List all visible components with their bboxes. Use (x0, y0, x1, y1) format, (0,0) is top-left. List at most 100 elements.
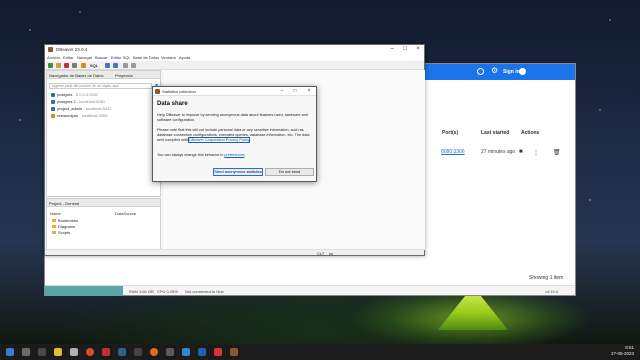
connection-project-admin[interactable]: project_admin - localhost:5432 (51, 106, 112, 111)
file-explorer-icon[interactable] (54, 348, 62, 356)
connection-postgres-2[interactable]: postgres 2 - localhost:5081 (51, 99, 105, 104)
database-navigator-panel: Navegador de Bases de Datos Proyectos In… (46, 70, 161, 197)
port-link[interactable]: 8080:3306 (441, 149, 465, 155)
database-icon (51, 92, 55, 97)
connection-postgres[interactable]: postgres - 0.0.0.0:5432 (51, 92, 98, 97)
dialog-close-button[interactable]: × (304, 87, 314, 96)
window-title: DBeaver 23.0.4 (56, 47, 88, 52)
project-item-bookmarks[interactable]: Bookmarks (52, 218, 78, 223)
last-started-value: 27 minutes ago (481, 149, 516, 155)
menu-navegar[interactable]: Navegar (77, 55, 92, 60)
navigator-tabs: Navegador de Bases de Datos Proyectos (47, 71, 160, 79)
app-icon[interactable] (166, 348, 174, 356)
project-tabs: Project - General (47, 199, 160, 207)
chrome-icon[interactable] (86, 348, 94, 356)
showing-count: Showing 1 item (529, 275, 564, 281)
search-icon[interactable] (22, 348, 30, 356)
search-icon[interactable] (123, 63, 128, 68)
folder-icon (52, 231, 56, 234)
sign-in-button[interactable]: Sign in (503, 69, 520, 75)
settings-icon[interactable] (70, 348, 78, 356)
delete-icon[interactable]: 🗑 (553, 149, 561, 156)
menu-buscar[interactable]: Buscar (95, 55, 107, 60)
privacy-policy-link[interactable]: DBeaver Corporation Privacy Policy (188, 137, 251, 143)
database-icon (51, 106, 55, 111)
new-connection-icon[interactable] (48, 63, 53, 68)
project-panel: Project - General Name DataSource Bookma… (46, 198, 161, 250)
menu-archivo[interactable]: Archivo (47, 55, 60, 60)
sql-editor-icon[interactable] (81, 63, 86, 68)
dbeaver-taskbar-icon[interactable] (230, 348, 238, 356)
stop-icon[interactable]: ■ (519, 149, 523, 155)
commit-icon[interactable] (105, 63, 110, 68)
maximize-button[interactable]: □ (399, 45, 411, 54)
whale-logo (45, 286, 123, 296)
dialog-heading: Data share (157, 101, 188, 107)
column-header-ports[interactable]: Port(s) (442, 130, 458, 136)
database-icon (51, 99, 55, 104)
app-icon[interactable] (134, 348, 142, 356)
hub-status: Not connected to Hub (185, 289, 224, 294)
app-icon[interactable] (102, 348, 110, 356)
folder-icon (52, 219, 56, 222)
folder-icon (52, 225, 56, 228)
account-circle-icon[interactable] (519, 68, 526, 75)
tab-database-navigator[interactable]: Navegador de Bases de Datos (49, 73, 103, 78)
firefox-icon[interactable] (150, 348, 158, 356)
connection-restaurdpos[interactable]: restaurdpos - localhost:3308 (51, 113, 108, 118)
app-version: v4.19.0 (545, 289, 559, 294)
sql-button[interactable]: SQL (90, 63, 98, 68)
connect-icon[interactable] (56, 63, 61, 68)
dbeaver-titlebar: DBeaver 23.0.4 – □ × (45, 45, 424, 54)
dialog-titlebar: Statistics collection – □ × (153, 87, 316, 96)
dropdown-icon[interactable] (131, 63, 136, 68)
rollback-icon[interactable] (113, 63, 118, 68)
do-not-send-button[interactable]: Do not send (265, 168, 314, 176)
help-circle-icon[interactable] (477, 68, 484, 75)
app-icon[interactable] (214, 348, 222, 356)
language-status: es (329, 251, 334, 256)
task-view-icon[interactable] (38, 348, 46, 356)
close-button[interactable]: × (412, 45, 424, 54)
clock[interactable]: 8:51 27-05-2023 (611, 345, 634, 357)
tab-projects[interactable]: Proyectos (115, 73, 133, 78)
dialog-privacy-note: Please note that this will not include p… (157, 128, 310, 143)
menu-ventana[interactable]: Ventana (161, 55, 176, 60)
cpu-usage: CPU 0.25% (157, 289, 178, 294)
dialog-minimize-button[interactable]: – (277, 87, 287, 96)
ram-usage: RAM 3.60 GB (129, 289, 154, 294)
tab-project-general[interactable]: Project - General (49, 201, 79, 206)
start-icon[interactable] (6, 348, 14, 356)
dbeaver-logo-icon (155, 89, 160, 94)
menu-editor-sql[interactable]: Editor SQL (111, 55, 131, 60)
status-bar: CLT es (45, 249, 424, 256)
web-app-footer: RAM 3.60 GB CPU 0.25% Not connected to H… (45, 285, 575, 296)
minimize-button[interactable]: – (386, 45, 398, 54)
preferences-link[interactable]: preferences (224, 153, 244, 157)
project-item-scripts[interactable]: Scripts (52, 230, 70, 235)
menu-base-de-datos[interactable]: Base de Datos (133, 55, 159, 60)
column-name: Name (50, 211, 61, 216)
send-statistics-button[interactable]: Send anonymous statistics (213, 168, 263, 176)
menu-ayuda[interactable]: Ayuda (179, 55, 190, 60)
timezone-status: CLT (317, 251, 325, 256)
column-datasource: DataSource (115, 211, 137, 216)
menu-editar[interactable]: Editar (63, 55, 73, 60)
column-header-actions: Actions (521, 130, 540, 136)
column-header-last-started[interactable]: Last started (481, 130, 509, 136)
disconnect-icon[interactable] (64, 63, 69, 68)
database-icon (51, 113, 55, 118)
clock-date: 27-05-2023 (610, 351, 634, 356)
dialog-maximize-button[interactable]: □ (290, 87, 300, 96)
taskbar: 8:51 27-05-2023 (0, 344, 640, 360)
statistics-dialog: Statistics collection – □ × Data share H… (152, 86, 317, 182)
navigator-filter-input[interactable]: Ingrese parte del nombre de un objeto aq… (49, 83, 152, 89)
steam-icon[interactable] (118, 348, 126, 356)
docker-icon[interactable] (198, 348, 206, 356)
more-options-icon[interactable]: ⋮ (533, 149, 539, 156)
refresh-icon[interactable] (72, 63, 77, 68)
dialog-title: Statistics collection (162, 89, 196, 94)
gear-icon[interactable]: ⚙ (491, 67, 498, 75)
vscode-icon[interactable] (182, 348, 190, 356)
project-item-diagrams[interactable]: Diagrams (52, 224, 75, 229)
